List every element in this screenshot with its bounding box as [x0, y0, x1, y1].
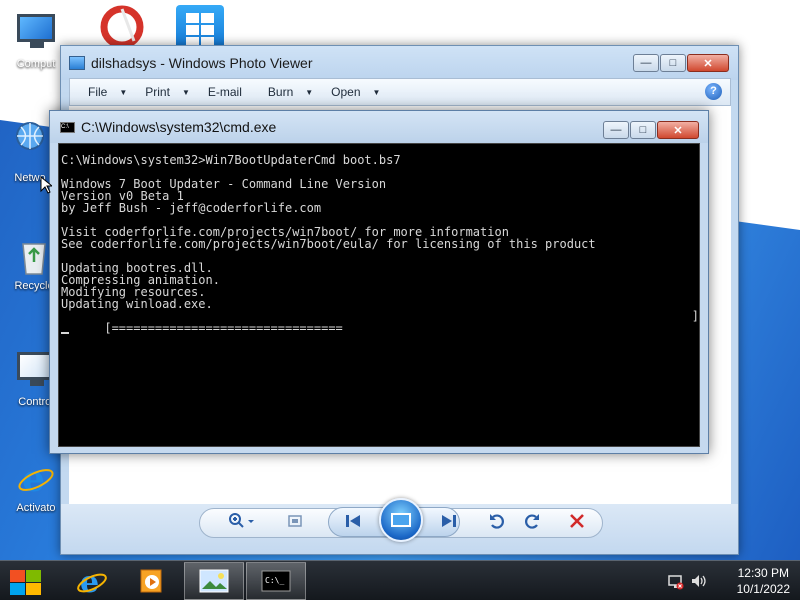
store-icon[interactable] — [176, 5, 224, 49]
previous-icon[interactable] — [342, 512, 364, 530]
window-controls: — □ ✕ — [602, 121, 699, 139]
taskbar-internet-explorer[interactable]: e — [62, 562, 122, 600]
ccleaner-icon[interactable] — [100, 5, 144, 49]
console-line: See coderforlife.com/projects/win7boot/e… — [61, 237, 596, 251]
desktop-icon-computer[interactable]: Comput — [4, 10, 68, 70]
internet-explorer-icon: e — [16, 458, 56, 500]
svg-text:C:\_: C:\_ — [265, 576, 284, 585]
window-controls: — □ ✕ — [632, 54, 729, 72]
menu-burn[interactable]: Burn ▼ — [268, 85, 313, 99]
chevron-down-icon: ▼ — [305, 87, 314, 97]
window-title: C:\Windows\system32\cmd.exe — [81, 119, 277, 135]
help-icon[interactable]: ? — [705, 83, 722, 100]
maximize-button[interactable]: □ — [660, 54, 686, 72]
network-status-icon[interactable] — [668, 574, 684, 595]
taskbar-photo-viewer[interactable] — [184, 562, 244, 600]
taskbar-command-prompt[interactable]: C:\_ — [246, 562, 306, 600]
console-prompt-line: C:\Windows\system32>Win7BootUpdaterCmd b… — [61, 153, 401, 167]
taskbar-media-player[interactable] — [122, 562, 182, 600]
menu-open[interactable]: Open ▼ — [331, 85, 380, 99]
volume-icon[interactable] — [690, 573, 708, 594]
console-progress-bar: [================================ ] — [61, 309, 699, 334]
computer-icon — [16, 14, 56, 54]
cmd-app-icon: C:\ — [60, 121, 75, 133]
menu-print[interactable]: Print ▼ — [145, 85, 190, 99]
minimize-button[interactable]: — — [603, 121, 629, 139]
start-button[interactable] — [8, 568, 42, 596]
photo-viewer-controls — [61, 498, 738, 554]
command-prompt-icon: C:\_ — [261, 570, 291, 592]
desktop-icon-label: Comput — [16, 58, 56, 70]
chevron-down-icon: ▼ — [181, 87, 190, 97]
recycle-bin-icon — [14, 236, 54, 276]
network-icon — [10, 120, 50, 160]
window-title: dilshadsys - Windows Photo Viewer — [91, 55, 313, 71]
photo-viewer-menubar: File ▼ Print ▼ E-mail Burn ▼ Open ▼ ? — [69, 78, 731, 106]
close-button[interactable]: ✕ — [657, 121, 699, 139]
next-icon[interactable] — [438, 512, 460, 530]
photo-viewer-icon — [199, 569, 229, 593]
mouse-cursor-icon — [40, 175, 54, 199]
delete-icon[interactable] — [566, 512, 588, 530]
slideshow-icon — [391, 513, 411, 527]
maximize-button[interactable]: □ — [630, 121, 656, 139]
progress-end-bracket: ] — [691, 309, 699, 323]
rotate-left-icon[interactable] — [487, 512, 507, 530]
menu-email[interactable]: E-mail — [208, 85, 242, 99]
minimize-button[interactable]: — — [633, 54, 659, 72]
clock-date: 10/1/2022 — [736, 582, 790, 596]
console-output[interactable]: C:\Windows\system32>Win7BootUpdaterCmd b… — [58, 143, 700, 447]
system-clock[interactable]: 12:30 PM 10/1/2022 — [737, 565, 790, 597]
media-player-icon — [140, 569, 162, 593]
actual-size-icon[interactable] — [286, 512, 304, 530]
clock-time: 12:30 PM — [737, 566, 789, 580]
chevron-down-icon: ▼ — [119, 87, 128, 97]
desktop-icon-activator[interactable]: e Activato — [4, 458, 68, 514]
chevron-down-icon: ▼ — [372, 87, 381, 97]
cmd-window[interactable]: C:\ C:\Windows\system32\cmd.exe — □ ✕ C:… — [49, 110, 709, 454]
menu-file[interactable]: File ▼ — [88, 85, 127, 99]
close-button[interactable]: ✕ — [687, 54, 729, 72]
slideshow-button[interactable] — [379, 498, 423, 542]
internet-explorer-icon: e — [77, 565, 107, 597]
zoom-icon[interactable] — [225, 512, 259, 530]
console-line: Updating winload.exe. — [61, 297, 213, 311]
rotate-right-icon[interactable] — [522, 512, 542, 530]
desktop-icon-label: Activato — [16, 502, 56, 514]
taskbar: e C:\_ 12:30 PM 10/1/2022 — [0, 560, 800, 600]
photo-viewer-app-icon — [69, 56, 85, 70]
console-line: by Jeff Bush - jeff@coderforlife.com — [61, 201, 322, 215]
progress-fill-text: [================================ — [104, 321, 343, 335]
